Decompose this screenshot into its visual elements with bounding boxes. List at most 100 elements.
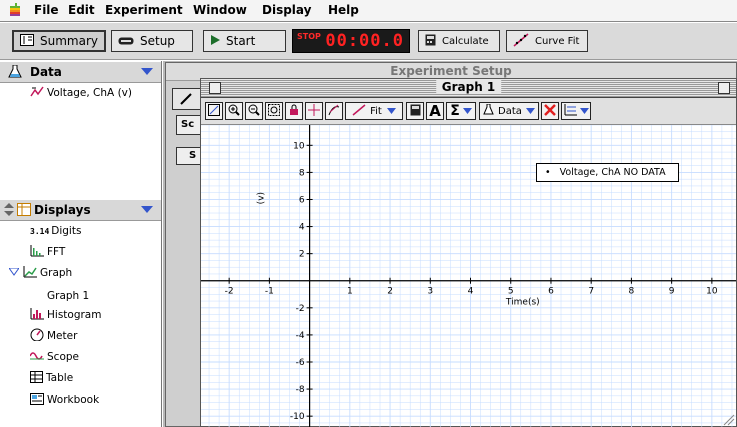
y-tick-label: 4 [299,223,305,233]
display-item-label: Histogram [47,309,102,321]
display-item-meter[interactable]: Meter [30,328,77,344]
y-tick-label: -2 [296,304,305,314]
y-tick-label: -6 [296,358,305,368]
x-tick-label: -1 [265,287,274,297]
graph-settings-dropdown[interactable] [561,102,591,120]
voltage-sensor-icon [30,86,44,101]
display-item-label: Graph [40,267,73,279]
menu-display[interactable]: Display [262,3,311,17]
graph-icon [23,265,37,281]
y-tick-label: -4 [296,331,305,341]
display-item-table[interactable]: Table [30,370,73,386]
calculate-button[interactable]: Calculate [418,30,500,52]
setup-button[interactable]: Setup [111,30,193,52]
graph-title-bar[interactable]: Graph 1 [201,79,736,98]
statistics-dropdown[interactable]: Σ [446,102,476,120]
tab-s-label: S [189,150,197,161]
x-tick-label: 5 [508,287,514,297]
close-box-icon[interactable] [209,82,221,94]
display-item-digits[interactable]: 3.14 Digits [30,223,81,239]
zoom-select-icon [268,103,280,119]
zoom-select-button[interactable] [265,102,283,120]
display-item-label: Table [46,372,74,384]
fit-dropdown[interactable]: Fit [345,102,403,120]
data-panel-dropdown-icon[interactable] [141,68,153,75]
curve-fit-button[interactable]: Curve Fit [506,30,588,52]
displays-panel-dropdown-icon[interactable] [141,206,153,213]
graph-toolbar: Fit A Σ Data [201,98,736,125]
legend-marker-icon: • [545,167,551,178]
main-toolbar: Summary Setup Start STOP 00:00.0 Calcula… [0,23,737,60]
dropdown-arrow-icon [386,106,396,117]
histogram-icon [30,307,44,323]
timer-value: 00:00.0 [325,31,404,51]
display-item-fft[interactable]: FFT [30,244,65,260]
graph-title: Graph 1 [435,80,502,94]
display-item-label: Digits [51,225,82,237]
flask-icon [8,64,22,81]
summary-button[interactable]: Summary [12,30,106,52]
display-item-histogram[interactable]: Histogram [30,307,101,323]
data-dropdown[interactable]: Data [479,102,539,120]
flask-icon [483,103,494,118]
x-tick-label: 4 [468,287,474,297]
start-button[interactable]: Start [203,30,286,52]
displays-panel-header[interactable]: Displays [0,199,161,221]
disclosure-triangle-icon[interactable] [8,267,20,279]
play-icon [210,34,220,48]
slope-icon [328,104,340,119]
summary-icon [20,33,34,49]
display-item-label: Scope [47,351,79,363]
x-tick-label: -2 [225,287,234,297]
menu-help[interactable]: Help [328,3,359,17]
timer-display: STOP 00:00.0 [292,29,410,53]
start-label: Start [226,34,256,48]
display-item-workbook[interactable]: Workbook [30,392,99,408]
y-axis-label: (v) [256,192,266,204]
zoom-box-icon[interactable] [718,82,730,94]
displays-panel-title: Displays [34,203,91,217]
display-item-scope[interactable]: Scope [29,349,79,365]
y-tick-label: -10 [290,412,305,422]
dropdown-arrow-icon [579,106,589,117]
display-item-label: Graph 1 [47,290,90,302]
y-tick-label: -8 [296,385,305,395]
crosshair-icon [308,103,320,119]
workbook-icon [30,392,44,408]
smart-tool-button[interactable] [285,102,303,120]
stop-label: STOP [297,32,321,41]
menu-experiment[interactable]: Experiment [105,3,183,17]
zoom-in-button[interactable] [225,102,243,120]
graph-legend[interactable]: • Voltage, ChA NO DATA [536,163,679,182]
menu-edit[interactable]: Edit [68,3,95,17]
red-x-icon [544,103,556,119]
zoom-out-button[interactable] [245,102,263,120]
display-item-label: Workbook [47,394,100,406]
display-item-graph[interactable]: Graph [8,265,73,281]
legend-label: Voltage, ChA NO DATA [559,167,666,178]
dropdown-arrow-icon [462,106,472,117]
table-icon [30,370,43,386]
slope-button[interactable] [325,102,343,120]
y-tick-label: 6 [299,195,305,205]
x-axis-label: Time(s) [505,298,540,308]
crosshair-button[interactable] [305,102,323,120]
summary-label: Summary [40,34,98,48]
autoscale-button[interactable] [205,102,223,120]
display-item-graph-1[interactable]: Graph 1 [47,288,89,304]
remove-button[interactable] [541,102,559,120]
x-tick-label: 8 [629,287,635,297]
resize-arrows-icon[interactable] [4,203,14,219]
experiment-tool-button[interactable] [172,88,202,110]
lock-icon [288,104,300,119]
calculator-button[interactable] [406,102,424,120]
data-item-voltage[interactable]: Voltage, ChA (v) [30,85,132,101]
data-panel-header[interactable]: Data [0,61,161,83]
annotation-button[interactable]: A [426,102,444,120]
data-label: Data [498,105,522,117]
displays-icon [17,203,31,219]
menu-window[interactable]: Window [193,3,247,17]
graph-window: Graph 1 Fit A Σ Data -2 -1 1 2 3 4 5 6 7… [200,78,737,427]
apple-menu-icon[interactable] [8,3,22,17]
menu-file[interactable]: File [34,3,59,17]
